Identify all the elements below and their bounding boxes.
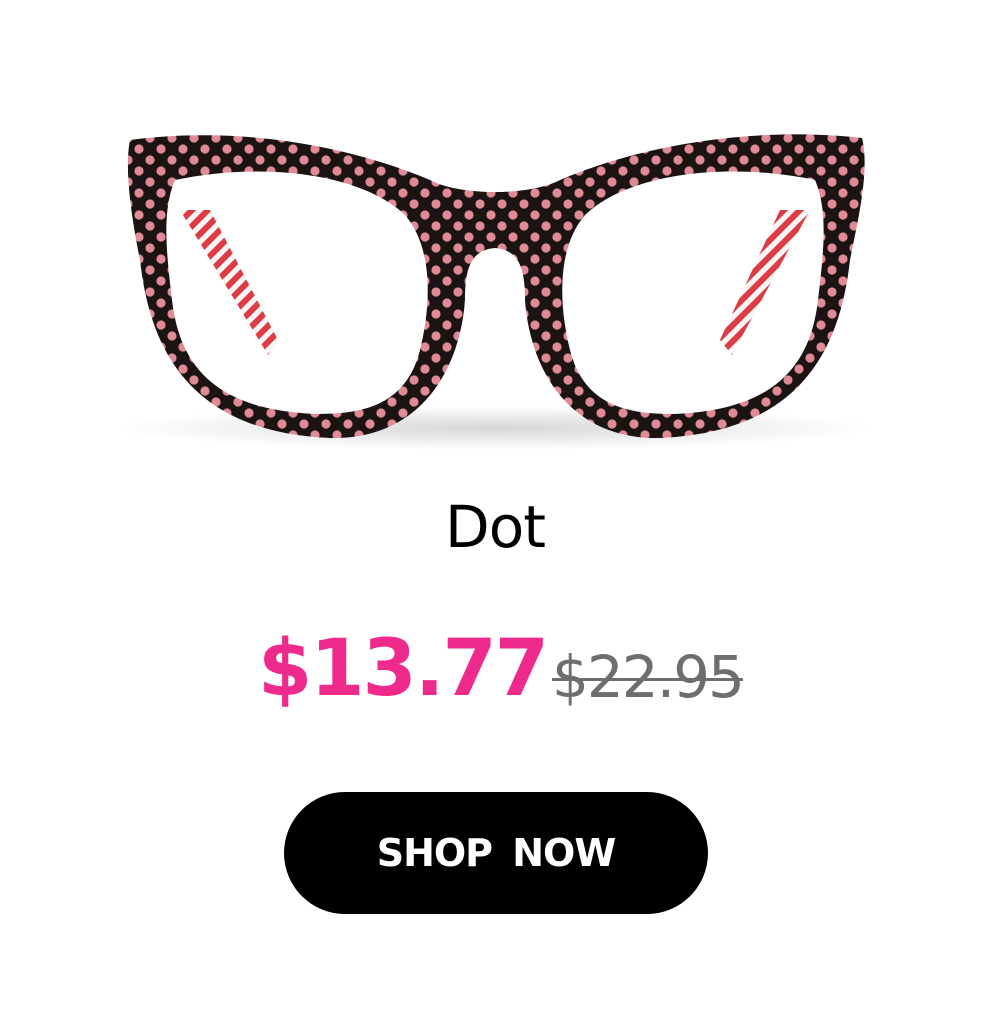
product-name[interactable]: Dot — [0, 492, 990, 562]
shop-now-label: SHOP NOW — [376, 831, 617, 875]
sale-price: $13.77 — [258, 624, 549, 714]
glasses-icon — [115, 134, 875, 450]
original-price: $22.95 — [552, 643, 745, 711]
product-image[interactable] — [100, 110, 890, 470]
price-row: $13.77 $22.95 — [0, 622, 990, 722]
shop-now-button[interactable]: SHOP NOW — [284, 792, 708, 914]
